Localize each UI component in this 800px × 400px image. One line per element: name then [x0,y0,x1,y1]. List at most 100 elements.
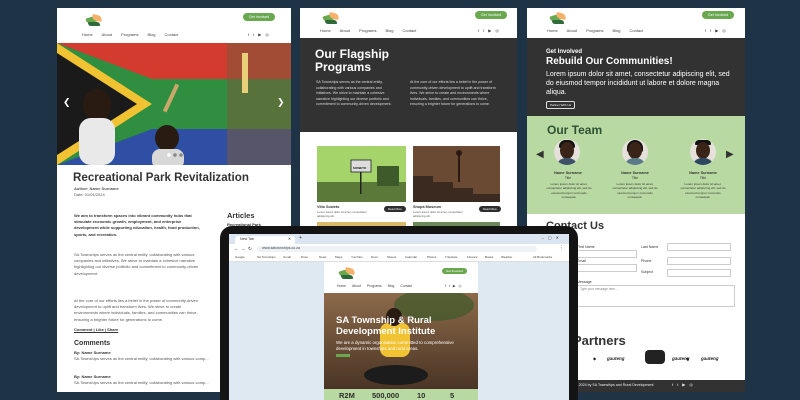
programs-title-line-2: Programs [315,60,372,74]
hero-cta-button[interactable] [336,354,350,357]
last-name-input[interactable] [667,243,731,251]
nav-home[interactable]: Home [337,284,346,288]
nav-blog[interactable]: Blog [388,284,395,288]
subject-input[interactable] [667,269,731,277]
bookmark-13[interactable]: Finance [467,255,478,259]
facebook-icon[interactable]: f [248,32,249,37]
browser-tab[interactable]: New Tab ✕ [235,236,295,244]
phone-input[interactable] [667,257,731,265]
twitter-icon[interactable]: t [449,284,450,288]
instagram-icon[interactable]: ◎ [722,28,726,33]
carousel-next-icon[interactable]: ❯ [277,97,285,108]
nav-programs[interactable]: Programs [121,32,138,37]
bookmark-6[interactable]: Maps [335,255,342,259]
facebook-icon[interactable]: f [705,28,706,33]
bookmark-5[interactable]: News [319,255,327,259]
bookmark-7[interactable]: YouTube [351,255,363,259]
first-name-input[interactable] [577,250,637,258]
bookmark-12[interactable]: Translate [445,255,457,259]
footer-twitter-icon[interactable]: t [677,382,678,387]
nav-programs[interactable]: Programs [586,28,603,33]
footer-youtube-icon[interactable]: ▶ [682,382,685,387]
hero-subtitle: We are a dynamic organisation committed … [336,340,454,351]
footer-instagram-icon[interactable]: ◎ [689,382,693,387]
nav-contact[interactable]: Contact [402,28,416,33]
email-input[interactable] [577,264,637,272]
new-tab-icon[interactable]: + [299,235,302,241]
nav-about[interactable]: About [340,28,350,33]
home-hero-image: SA Township & Rural Development Institut… [324,293,478,389]
forward-icon[interactable]: → [241,246,246,251]
nav-contact[interactable]: Contact [164,32,178,37]
all-bookmarks[interactable]: All Bookmarks [533,255,552,259]
stats-bar: R2M 500,000 10 5 [324,389,478,400]
nav-about[interactable]: About [352,284,361,288]
nav-contact[interactable]: Contact [629,28,643,33]
nav-programs[interactable]: Programs [359,28,376,33]
youtube-icon[interactable]: ▶ [258,32,261,37]
instagram-icon[interactable]: ◎ [459,284,462,288]
nav-about[interactable]: About [567,28,577,33]
bookmark-8[interactable]: Docs [371,255,378,259]
site-logo[interactable] [338,266,356,281]
youtube-icon[interactable]: ▶ [453,284,456,288]
window-controls[interactable]: –▢✕ [542,235,563,240]
nav-about[interactable]: About [102,32,112,37]
partner-with-us-button[interactable]: Partner With Us [546,101,576,109]
nav-blog[interactable]: Blog [612,28,620,33]
site-logo[interactable] [549,11,567,26]
get-involved-button[interactable]: Get Involved [442,268,467,274]
nav-blog[interactable]: Blog [147,32,155,37]
bookmark-15[interactable]: Weather [501,255,512,259]
twitter-icon[interactable]: t [483,28,484,33]
browser-toolbar: ← → ↻ www.satownships.co.za ⋮ [229,244,569,254]
stat-3: 10 [417,391,426,400]
nav-programs[interactable]: Programs [367,284,382,288]
program-card-1-image[interactable]: SOWETO [317,146,406,202]
bookmark-10[interactable]: Calendar [405,255,417,259]
get-involved-button[interactable]: Get Involved [475,11,508,19]
footer-copyright: © 2024 by SA Townships and Rural Develop… [575,383,654,387]
programs-page: Get Involved Home About Programs Blog Co… [300,8,517,228]
program-card-2-image[interactable] [413,146,500,202]
instagram-icon[interactable]: ◎ [265,32,269,37]
nav-blog[interactable]: Blog [385,28,393,33]
address-bar[interactable]: www.satownships.co.za [257,246,537,252]
team-prev-icon[interactable]: ◀ [536,149,544,160]
nav-home[interactable]: Home [82,32,93,37]
twitter-icon[interactable]: t [253,32,254,37]
get-involved-button[interactable]: Get Involved [243,13,276,21]
facebook-icon[interactable]: f [478,28,479,33]
bookmark-14[interactable]: Books [485,255,493,259]
nav-home[interactable]: Home [547,28,558,33]
get-involved-button[interactable]: Get Involved [702,11,735,19]
nav-contact[interactable]: Contact [400,284,412,288]
tab-close-icon[interactable]: ✕ [288,237,291,241]
youtube-icon[interactable]: ▶ [488,28,491,33]
bookmark-4[interactable]: Drive [301,255,308,259]
site-logo[interactable] [322,11,340,26]
program-card-2-read-more[interactable]: Read More [479,206,501,212]
program-card-1-name: Vilio Soweto [317,205,340,209]
article-actions[interactable]: Comment | Like | Share [74,327,118,333]
facebook-icon[interactable]: f [445,284,446,288]
bookmark-1[interactable]: Google [235,255,245,259]
program-card-2-name: Shopa Museum [413,205,442,209]
back-icon[interactable]: ← [234,246,239,251]
instagram-icon[interactable]: ◎ [495,28,499,33]
reload-icon[interactable]: ↻ [248,246,252,252]
bookmark-3[interactable]: Gmail [283,255,291,259]
carousel-prev-icon[interactable]: ❮ [63,97,71,108]
bookmark-9[interactable]: Sheets [387,255,396,259]
footer-facebook-icon[interactable]: f [672,382,673,387]
team-member-1-bio: Lorem ipsum dolor sit amet, consectetur … [546,182,592,200]
bookmark-11[interactable]: Photos [427,255,436,259]
team-next-icon[interactable]: ▶ [726,149,734,160]
youtube-icon[interactable]: ▶ [715,28,718,33]
bookmark-2[interactable]: SA Townships [257,255,276,259]
site-logo[interactable] [85,13,103,28]
program-card-1-read-more[interactable]: Read More [384,206,406,212]
twitter-icon[interactable]: t [710,28,711,33]
nav-home[interactable]: Home [320,28,331,33]
browser-menu-icon[interactable]: ⋮ [559,245,564,251]
